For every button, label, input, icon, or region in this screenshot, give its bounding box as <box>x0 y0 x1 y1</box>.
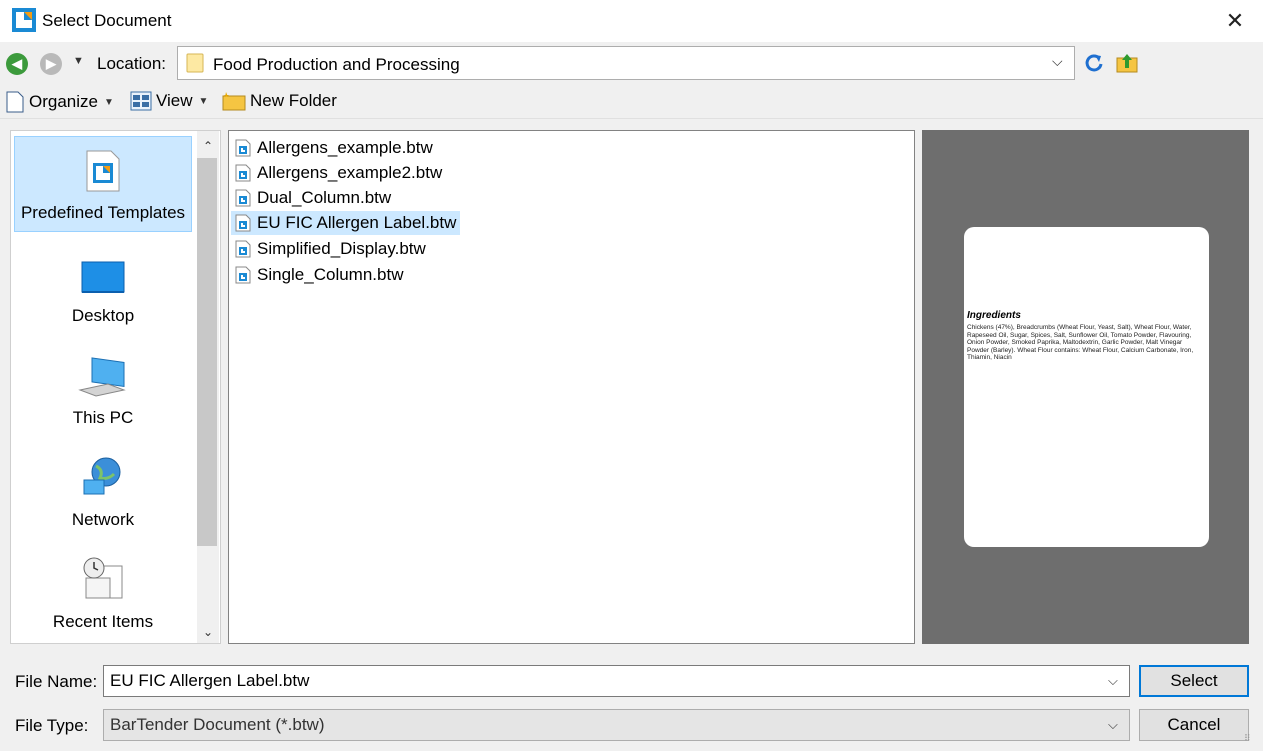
file-item-selected[interactable]: EU FIC Allergen Label.btw <box>231 211 461 235</box>
btw-file-icon <box>235 139 251 157</box>
file-type-label: File Type: <box>15 716 89 735</box>
view-menu[interactable]: View ▼ <box>130 91 208 111</box>
organize-label: Organize <box>29 92 98 111</box>
file-item[interactable]: Allergens_example2.btw <box>231 161 446 185</box>
refresh-icon[interactable] <box>1083 52 1105 74</box>
bartender-icon <box>12 8 36 32</box>
btw-file-icon <box>235 240 251 258</box>
scroll-up-icon[interactable]: ⌃ <box>197 135 219 157</box>
btw-file-icon <box>235 164 251 182</box>
file-name: Allergens_example2.btw <box>257 163 443 182</box>
preview-pane: Ingredients Chickens (47%), Breadcrumbs … <box>922 130 1249 644</box>
new-folder-label: New Folder <box>250 91 337 110</box>
close-icon: ✕ <box>1225 8 1245 33</box>
chevron-down-icon[interactable]: ⌵ <box>1108 717 1118 733</box>
file-list: Allergens_example.btw Allergens_example2… <box>228 130 915 644</box>
location-combobox[interactable]: Food Production and Processing ⌵ <box>177 46 1075 80</box>
place-label: Predefined Templates <box>20 203 186 222</box>
place-label: Network <box>71 510 135 529</box>
preview-title: Ingredients <box>967 310 1021 321</box>
forward-arrow-icon: ▶ <box>46 56 56 71</box>
chevron-down-icon: ▼ <box>103 96 114 108</box>
places-panel: Predefined Templates Desktop This PC Net… <box>10 130 221 644</box>
view-grid-icon <box>130 91 152 111</box>
view-label: View <box>156 91 193 110</box>
network-icon <box>83 457 121 495</box>
folder-icon <box>186 53 204 73</box>
file-name: EU FIC Allergen Label.btw <box>257 213 457 232</box>
file-item[interactable]: Dual_Column.btw <box>231 186 395 210</box>
place-label: This PC <box>72 408 134 427</box>
new-folder-button[interactable]: New Folder <box>222 91 337 111</box>
location-path: Food Production and Processing <box>213 55 460 74</box>
recent-items-icon <box>83 557 123 599</box>
scroll-thumb[interactable] <box>197 158 217 546</box>
file-item[interactable]: Simplified_Display.btw <box>231 237 430 261</box>
new-folder-icon <box>222 92 246 111</box>
btw-file-icon <box>235 189 251 207</box>
desktop-icon <box>81 261 125 293</box>
chevron-down-icon[interactable]: ⌵ <box>1108 673 1118 689</box>
window-title: Select Document <box>42 11 172 30</box>
this-pc-icon <box>78 357 126 397</box>
file-name: Dual_Column.btw <box>257 188 392 207</box>
btw-file-icon <box>235 214 251 232</box>
place-network[interactable]: Network <box>14 442 192 538</box>
btw-file-icon <box>235 266 251 284</box>
history-dropdown-icon[interactable]: ▼ <box>73 55 84 67</box>
organize-menu[interactable]: Organize ▼ <box>5 91 114 113</box>
cancel-button[interactable]: Cancel <box>1139 709 1249 741</box>
place-this-pc[interactable]: This PC <box>14 340 192 436</box>
place-recent-items[interactable]: Recent Items <box>14 544 192 640</box>
document-icon <box>6 91 24 113</box>
place-label: Desktop <box>71 306 135 325</box>
label-preview: Ingredients Chickens (47%), Breadcrumbs … <box>964 227 1209 547</box>
file-item[interactable]: Allergens_example.btw <box>231 136 437 160</box>
preview-body: Chickens (47%), Breadcrumbs (Wheat Flour… <box>967 324 1194 362</box>
back-arrow-icon: ◀ <box>12 56 22 71</box>
predefined-templates-icon <box>86 150 120 192</box>
file-type-select[interactable]: BarTender Document (*.btw) ⌵ <box>103 709 1130 741</box>
chevron-down-icon: ▼ <box>198 95 209 107</box>
select-button[interactable]: Select <box>1139 665 1249 697</box>
chevron-down-icon[interactable]: ⌵ <box>1052 53 1063 70</box>
divider <box>0 118 1263 119</box>
title-bar: Select Document ✕ <box>0 0 1263 42</box>
file-name-field[interactable]: EU FIC Allergen Label.btw ⌵ <box>103 665 1130 697</box>
location-label: Location: <box>97 54 166 73</box>
close-button[interactable]: ✕ <box>1216 6 1254 36</box>
file-name-label: File Name: <box>15 672 98 691</box>
file-item[interactable]: Single_Column.btw <box>231 263 407 287</box>
file-name: Simplified_Display.btw <box>257 239 426 258</box>
scroll-down-icon[interactable]: ⌄ <box>197 621 219 643</box>
back-button[interactable]: ◀ <box>6 53 28 75</box>
file-name-value: EU FIC Allergen Label.btw <box>110 671 310 690</box>
file-name: Allergens_example.btw <box>257 138 433 157</box>
place-desktop[interactable]: Desktop <box>14 238 192 334</box>
up-folder-icon[interactable] <box>1115 52 1139 74</box>
file-type-value: BarTender Document (*.btw) <box>110 715 325 734</box>
resize-grip-icon[interactable]: ⠿ <box>1244 734 1260 750</box>
forward-button[interactable]: ▶ <box>40 53 62 75</box>
place-label: Recent Items <box>52 612 154 631</box>
file-name: Single_Column.btw <box>257 265 404 284</box>
place-predefined-templates[interactable]: Predefined Templates <box>14 136 192 232</box>
